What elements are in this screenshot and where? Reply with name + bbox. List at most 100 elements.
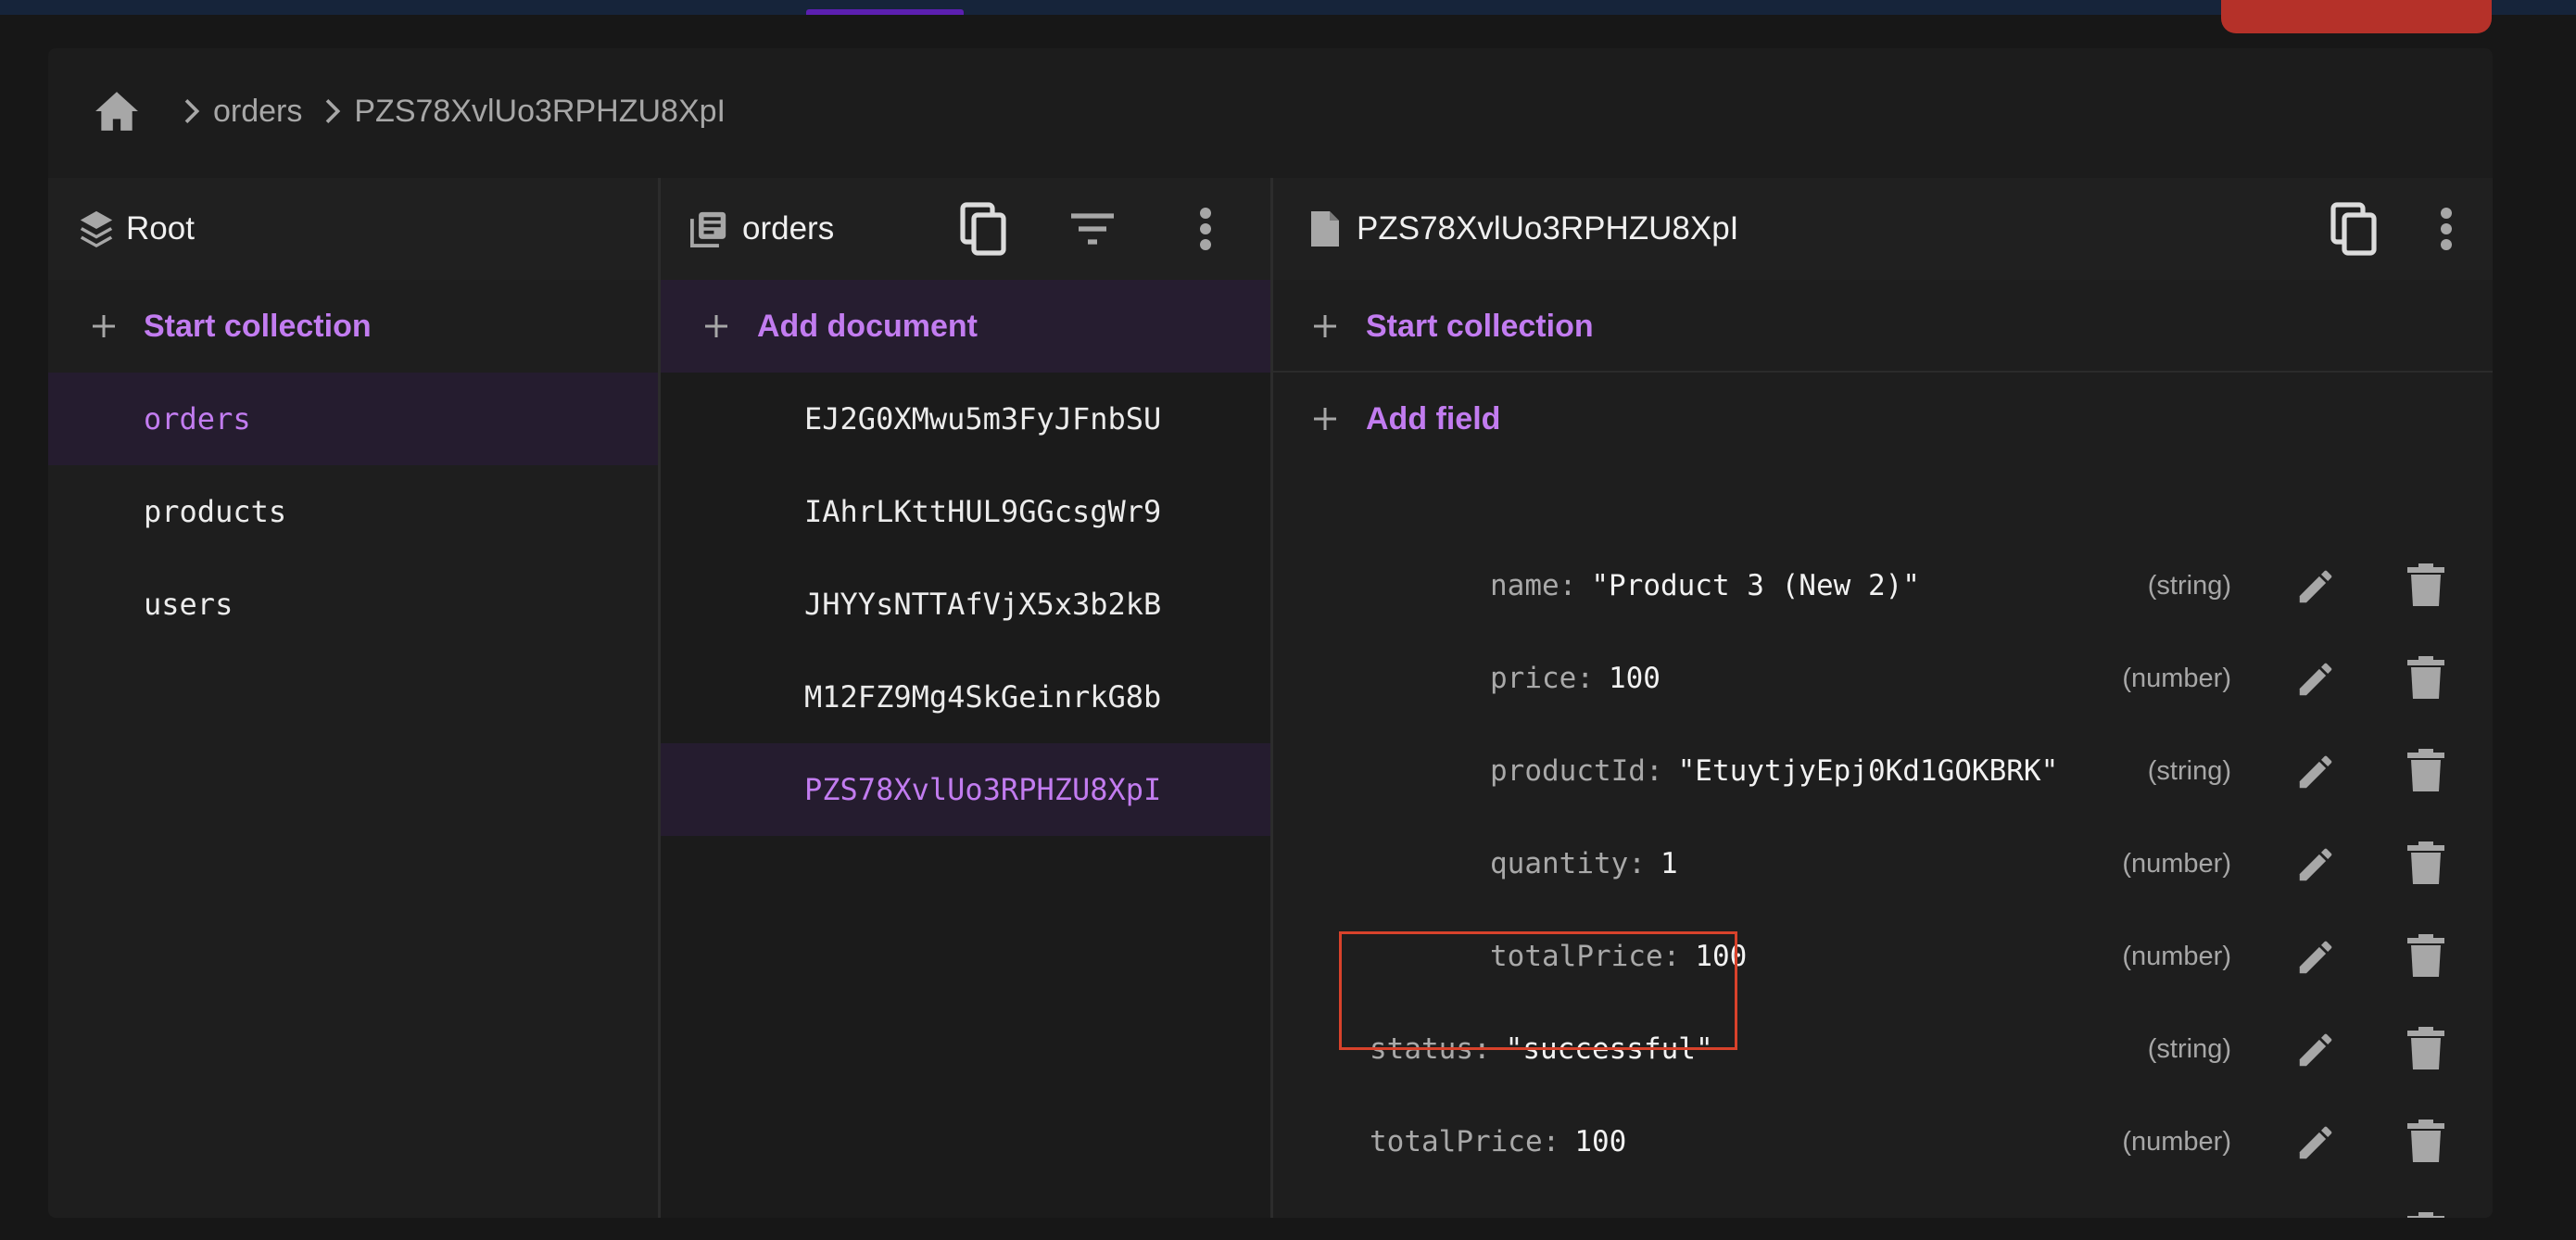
start-collection-label: Start collection: [1366, 308, 1594, 344]
field-type: (string): [2147, 570, 2231, 601]
add-field-label: Add field: [1366, 400, 1501, 437]
add-document-label: Add document: [757, 308, 978, 344]
document-item[interactable]: EJ2G0XMwu5m3FyJFnbSU: [661, 373, 1270, 465]
field-value: "successful": [1505, 1032, 1713, 1066]
document-id: PZS78XvlUo3RPHZU8XpI: [804, 772, 1162, 807]
root-header: Root: [48, 178, 658, 280]
delete-trash-icon[interactable]: [2403, 840, 2449, 888]
collection-item-orders[interactable]: orders: [48, 373, 658, 465]
field-row: totalPrice: 100 (number): [1273, 910, 2493, 1003]
field-type: (string): [2147, 1033, 2231, 1064]
edit-pencil-icon[interactable]: [2292, 1120, 2339, 1166]
root-title: Root: [126, 210, 195, 247]
breadcrumb-item-orders[interactable]: orders: [213, 94, 302, 130]
plus-icon: [698, 308, 735, 345]
edit-pencil-icon[interactable]: [2292, 841, 2339, 888]
delete-trash-icon[interactable]: [2403, 932, 2449, 981]
document-item-selected[interactable]: PZS78XvlUo3RPHZU8XpI: [661, 743, 1270, 836]
copy-icon[interactable]: [955, 201, 1011, 257]
field-type: (number): [2122, 663, 2231, 693]
collection-icon: [688, 209, 729, 249]
home-icon[interactable]: [89, 83, 145, 139]
field-value: "Product 3 (New 2)": [1591, 569, 1920, 602]
field-type: (number): [2122, 848, 2231, 879]
delete-trash-icon[interactable]: [2403, 1210, 2449, 1218]
field-value: 1: [1660, 847, 1678, 880]
field-key: price:: [1490, 662, 1594, 695]
field-type: (number): [2122, 941, 2231, 971]
collection-item-products[interactable]: products: [48, 465, 658, 558]
more-vertical-icon[interactable]: [1178, 201, 1233, 257]
edit-pencil-icon[interactable]: [2292, 563, 2339, 610]
edit-pencil-icon[interactable]: [2292, 1212, 2339, 1218]
field-value: "EtuytjyEpj0Kd1GOKBRK": [1677, 754, 2059, 788]
add-document-button[interactable]: Add document: [661, 280, 1270, 373]
collection-column: orders Add document EJ2G0XMwu5m3FyJFnbSU…: [661, 178, 1270, 1218]
collection-title: orders: [742, 210, 835, 247]
document-id: M12FZ9Mg4SkGeinrkG8b: [804, 679, 1162, 715]
breadcrumb: orders PZS78XvlUo3RPHZU8XpI: [48, 48, 2493, 174]
document-column: PZS78XvlUo3RPHZU8XpI Start collection Ad…: [1273, 178, 2493, 1218]
collection-label: orders: [144, 401, 251, 437]
field-key: quantity:: [1490, 847, 1646, 880]
collection-label: products: [144, 494, 287, 529]
copy-icon[interactable]: [2326, 201, 2381, 257]
document-id: IAhrLKttHUL9GGcsgWr9: [804, 494, 1162, 529]
field-row: price: 100 (number): [1273, 632, 2493, 725]
breadcrumb-item-document[interactable]: PZS78XvlUo3RPHZU8XpI: [354, 94, 726, 130]
field-key: totalPrice:: [1490, 940, 1681, 973]
document-item[interactable]: IAhrLKttHUL9GGcsgWr9: [661, 465, 1270, 558]
delete-trash-icon[interactable]: [2403, 562, 2449, 610]
plus-icon: [1307, 400, 1344, 437]
field-key: productId:: [1490, 754, 1663, 788]
active-tab-indicator: [806, 9, 964, 15]
field-row: status: "successful" (string): [1273, 1003, 2493, 1095]
chevron-right-icon: [313, 93, 350, 130]
collection-header: orders: [661, 178, 1270, 280]
delete-trash-icon[interactable]: [2403, 1118, 2449, 1166]
top-action-button[interactable]: [2221, 0, 2492, 33]
edit-pencil-icon[interactable]: [2292, 934, 2339, 981]
field-type: (string): [2147, 755, 2231, 786]
edit-pencil-icon[interactable]: [2292, 749, 2339, 795]
chevron-right-icon: [172, 93, 209, 130]
document-item[interactable]: M12FZ9Mg4SkGeinrkG8b: [661, 651, 1270, 743]
top-app-bar: [0, 0, 2576, 33]
field-value: 100: [1608, 662, 1661, 695]
plus-icon: [85, 308, 122, 345]
collection-item-users[interactable]: users: [48, 558, 658, 651]
document-header: PZS78XvlUo3RPHZU8XpI: [1273, 178, 2493, 280]
field-type: (number): [2122, 1126, 2231, 1157]
document-icon: [1307, 209, 1344, 249]
stack-layers-icon: [76, 209, 117, 249]
root-column: Root Start collection orders products us…: [48, 178, 658, 1218]
edit-pencil-icon[interactable]: [2292, 656, 2339, 702]
add-field-button[interactable]: Add field: [1273, 373, 2493, 465]
collection-label: users: [144, 587, 234, 622]
plus-icon: [1307, 308, 1344, 345]
field-row: quantity: 1 (number): [1273, 817, 2493, 910]
field-row: name: "Product 3 (New 2)" (string): [1273, 539, 2493, 632]
field-key: status:: [1370, 1032, 1491, 1066]
field-value: 100: [1695, 940, 1748, 973]
field-row: totalPrice: 100 (number): [1273, 1095, 2493, 1188]
field-row: productId: "EtuytjyEpj0Kd1GOKBRK" (string): [1273, 725, 2493, 817]
field-key: name:: [1490, 569, 1577, 602]
field-row: userUid:"NeYg0WCcaCwqTaSOjLLm14rdb285"(s…: [1273, 1188, 2493, 1218]
document-id: EJ2G0XMwu5m3FyJFnbSU: [804, 401, 1162, 437]
delete-trash-icon[interactable]: [2403, 654, 2449, 702]
field-value: 100: [1574, 1125, 1627, 1158]
field-key: totalPrice:: [1370, 1125, 1560, 1158]
document-id: JHYYsNTTAfVjX5x3b2kB: [804, 587, 1162, 622]
start-subcollection-button[interactable]: Start collection: [1273, 280, 2493, 373]
edit-pencil-icon[interactable]: [2292, 1027, 2339, 1073]
start-collection-label: Start collection: [144, 308, 372, 344]
delete-trash-icon[interactable]: [2403, 747, 2449, 795]
document-title: PZS78XvlUo3RPHZU8XpI: [1357, 210, 1739, 247]
start-collection-button[interactable]: Start collection: [48, 280, 658, 373]
document-item[interactable]: JHYYsNTTAfVjX5x3b2kB: [661, 558, 1270, 651]
filter-icon[interactable]: [1065, 201, 1120, 257]
more-vertical-icon[interactable]: [2418, 201, 2474, 257]
delete-trash-icon[interactable]: [2403, 1025, 2449, 1073]
firestore-data-panel: orders PZS78XvlUo3RPHZU8XpI Root Start c…: [48, 48, 2493, 1218]
